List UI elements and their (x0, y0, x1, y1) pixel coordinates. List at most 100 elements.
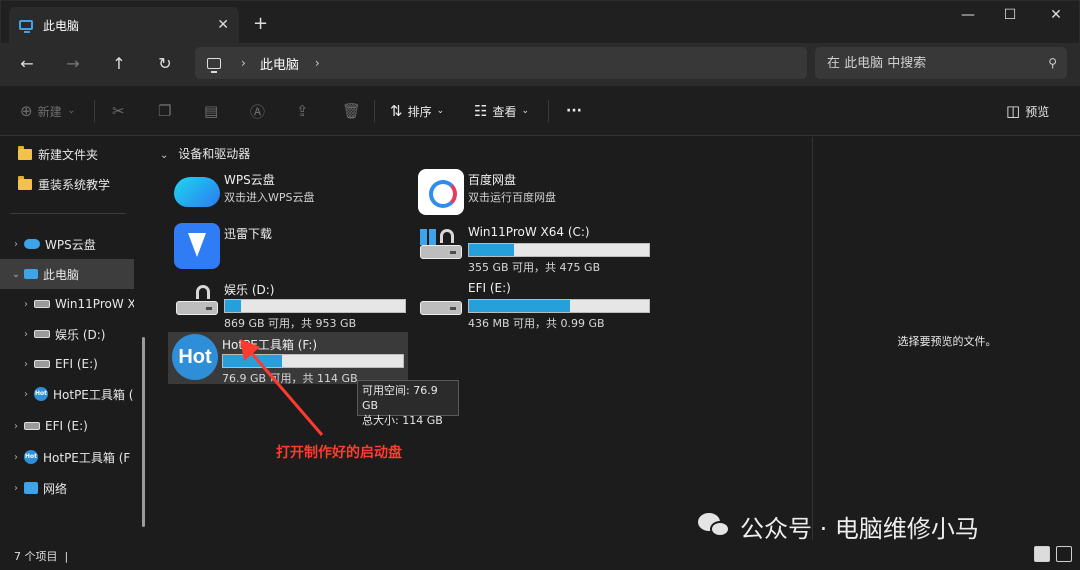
maximize-button[interactable]: ☐ (995, 7, 1025, 23)
command-bar: ⊕ 新建 ⌄ ✂ ❐ ▤ Ⓐ ⇪ 🗑 ⇅ 排序 ⌄ ☷ 查看 ⌄ ··· ◫ 预… (0, 86, 1080, 136)
chevron-down-icon: ⌄ (436, 106, 445, 116)
sidebar-item-network[interactable]: › 网络 (0, 473, 134, 503)
folder-icon (18, 145, 32, 160)
sidebar-item-label: 娱乐 (D:) (55, 327, 106, 342)
sidebar-item-drive-c[interactable]: › Win11ProW X (0, 289, 134, 319)
baidu-netdisk-icon (418, 169, 464, 215)
expand-chevron-icon[interactable]: › (18, 299, 34, 310)
item-xunlei-download[interactable]: 迅雷下载 (170, 221, 410, 273)
sidebar-item-label: HotPE工具箱 (F (43, 450, 131, 465)
more-options-button[interactable]: ··· (566, 100, 582, 122)
item-name: 娱乐 (D:) (224, 283, 275, 297)
drive-free-space: 436 MB 可用，共 0.99 GB (468, 317, 605, 330)
forward-button[interactable]: → (62, 54, 84, 76)
expand-chevron-icon[interactable]: › (8, 452, 24, 463)
item-drive-e[interactable]: EFI (E:) 436 MB 可用，共 0.99 GB (414, 277, 654, 330)
new-tab-button[interactable]: + (253, 13, 268, 34)
hotpe-icon: Hot (24, 450, 38, 464)
sort-button-label: 排序 (407, 104, 432, 119)
sidebar-item-new-folder[interactable]: 新建文件夹 (0, 139, 134, 169)
sidebar-item-this-pc[interactable]: ⌄ 此电脑 (0, 259, 134, 289)
search-icon: ⚲ (1048, 56, 1057, 70)
minimize-button[interactable]: — (953, 7, 983, 23)
view-icon: ☷ (474, 102, 488, 120)
preview-button-label: 预览 (1025, 104, 1050, 119)
sidebar-divider (10, 213, 126, 214)
expand-chevron-icon[interactable]: › (18, 389, 34, 400)
paste-icon[interactable]: ▤ (204, 100, 223, 122)
breadcrumb-chevron-icon[interactable]: › (315, 56, 320, 70)
close-window-button[interactable]: ✕ (1041, 7, 1071, 23)
drive-usage-fill (225, 300, 242, 312)
tab-close-icon[interactable]: ✕ (217, 17, 229, 33)
sidebar-item-label: Win11ProW X (55, 297, 134, 311)
refresh-button[interactable]: ↻ (154, 54, 176, 76)
hotpe-icon: Hot (172, 334, 218, 380)
address-bar[interactable]: › 此电脑 › (195, 47, 807, 79)
annotation-text: 打开制作好的启动盘 (276, 445, 402, 461)
sidebar-item-label: HotPE工具箱 ( (53, 387, 134, 402)
collapse-chevron-icon[interactable]: ⌄ (8, 269, 24, 280)
expand-chevron-icon[interactable]: › (8, 483, 24, 494)
sidebar-scrollbar[interactable] (142, 337, 145, 527)
preview-empty-message: 选择要预览的文件。 (897, 335, 997, 348)
drive-icon (418, 279, 464, 325)
status-bar: 7 个项目 | (0, 540, 1080, 570)
navigation-pane: 新建文件夹 重装系统教学 › WPS云盘 ⌄ 此电脑 › Win11ProW X… (0, 137, 152, 540)
item-wps-cloud[interactable]: WPS云盘 双击进入WPS云盘 (170, 167, 410, 219)
cloud-icon (24, 239, 40, 249)
item-name: EFI (E:) (468, 281, 511, 295)
expand-chevron-icon[interactable]: › (8, 421, 24, 432)
tooltip-free-space: 可用空间: 76.9 GB (362, 384, 438, 412)
delete-icon[interactable]: 🗑 (342, 100, 366, 122)
item-drive-d[interactable]: 娱乐 (D:) 869 GB 可用，共 953 GB (170, 277, 410, 330)
network-icon (24, 482, 38, 494)
sidebar-item-efi[interactable]: › EFI (E:) (0, 411, 134, 441)
breadcrumb-this-pc[interactable]: 此电脑 (260, 54, 299, 73)
breadcrumb-chevron-icon[interactable]: › (241, 56, 246, 70)
toolbar-divider (548, 100, 549, 122)
tiles-view-icon[interactable] (1056, 546, 1072, 562)
back-button[interactable]: ← (16, 54, 38, 76)
tab-this-pc[interactable]: 此电脑 ✕ (9, 7, 239, 43)
sort-icon: ⇅ (390, 102, 403, 120)
item-name: 百度网盘 (468, 173, 517, 187)
watermark-text: 公众号 · 电脑维修小马 (740, 514, 979, 543)
expand-chevron-icon[interactable]: › (18, 359, 34, 370)
sidebar-item-label: 新建文件夹 (38, 147, 99, 162)
title-bar: 此电脑 ✕ + — ☐ ✕ (0, 0, 1080, 44)
sidebar-item-drive-d[interactable]: › 娱乐 (D:) (0, 319, 134, 349)
drive-tooltip: 可用空间: 76.9 GB 总大小: 114 GB (357, 380, 459, 427)
item-baidu-netdisk[interactable]: 百度网盘 双击运行百度网盘 (414, 167, 654, 219)
search-input[interactable] (827, 55, 1049, 71)
watermark: 公众号 · 电脑维修小马 (698, 508, 979, 544)
sidebar-item-wps-cloud[interactable]: › WPS云盘 (0, 229, 134, 259)
sidebar-item-reinstall-tutorial[interactable]: 重装系统教学 (0, 169, 134, 199)
windows-drive-icon (418, 223, 464, 269)
details-view-icon[interactable] (1034, 546, 1050, 562)
up-button[interactable]: ↑ (108, 54, 130, 76)
copy-icon[interactable]: ❐ (158, 100, 176, 122)
rename-icon[interactable]: Ⓐ (250, 100, 270, 122)
sidebar-item-drive-f[interactable]: › Hot HotPE工具箱 ( (0, 379, 134, 409)
sort-button[interactable]: ⇅ 排序 ⌄ (390, 100, 444, 122)
search-box[interactable]: ⚲ (815, 47, 1067, 79)
sidebar-item-label: WPS云盘 (45, 237, 96, 252)
group-header[interactable]: ⌄ 设备和驱动器 (160, 145, 250, 162)
hotpe-icon: Hot (34, 387, 48, 401)
preview-pane-button[interactable]: ◫ 预览 (1006, 100, 1049, 122)
drive-usage-bar (224, 299, 406, 313)
expand-chevron-icon[interactable]: › (8, 239, 24, 250)
expand-chevron-icon[interactable]: › (18, 329, 34, 340)
share-icon[interactable]: ⇪ (296, 100, 314, 122)
item-name: WPS云盘 (224, 173, 275, 187)
item-drive-c[interactable]: Win11ProW X64 (C:) 355 GB 可用，共 475 GB (414, 221, 654, 274)
new-button[interactable]: ⊕ 新建 ⌄ (20, 100, 75, 122)
view-button[interactable]: ☷ 查看 ⌄ (474, 100, 529, 122)
cut-icon[interactable]: ✂ (112, 100, 130, 122)
group-header-label: 设备和驱动器 (178, 147, 251, 161)
drive-free-space: 355 GB 可用，共 475 GB (468, 261, 601, 274)
sidebar-item-drive-e[interactable]: › EFI (E:) (0, 349, 134, 379)
wechat-icon (698, 513, 732, 539)
sidebar-item-hotpe[interactable]: › Hot HotPE工具箱 (F (0, 442, 134, 472)
